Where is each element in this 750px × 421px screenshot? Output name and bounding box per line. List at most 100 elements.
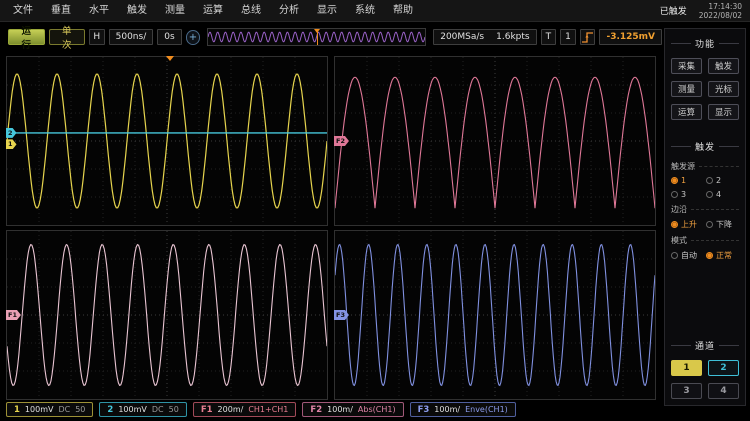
radio-dot-icon	[706, 177, 713, 184]
rising-edge-icon[interactable]	[580, 29, 596, 45]
preview-trigger-flag-icon	[314, 29, 320, 33]
trigger-level-value[interactable]: -3.125mV	[599, 29, 662, 45]
fn-math-button[interactable]: 运算	[671, 104, 702, 120]
radio-label: 4	[716, 190, 721, 199]
trigger-section: 触发 触发源 1 2 3 4 边沿	[671, 134, 739, 264]
mode-normal-radio[interactable]: 正常	[706, 250, 739, 261]
menu-bus[interactable]: 总线	[232, 0, 270, 22]
channel-3-button[interactable]: 3	[671, 383, 702, 399]
menu-display[interactable]: 显示	[308, 0, 346, 22]
radio-label: 下降	[716, 219, 732, 230]
channel-scale: 100mV	[25, 405, 54, 414]
math-scale: 100m/	[327, 405, 353, 414]
trigger-source-label: 触发源	[671, 161, 739, 172]
single-button[interactable]: 单次	[49, 29, 86, 45]
channel1-status[interactable]: 1 100mV DC 50	[6, 402, 93, 417]
radio-label: 上升	[681, 219, 697, 230]
menu-measure[interactable]: 测量	[156, 0, 194, 22]
math-f3-status[interactable]: F3 100m/ Enve(CH1)	[410, 402, 516, 417]
fn-cursor-button[interactable]: 光标	[708, 81, 739, 97]
channel-buttons: 1 2 3 4	[671, 360, 739, 399]
fn-display-button[interactable]: 显示	[708, 104, 739, 120]
menu-trigger[interactable]: 触发	[118, 0, 156, 22]
menu-file[interactable]: 文件	[4, 0, 42, 22]
memory-depth-value: 1.6kpts	[496, 32, 529, 42]
waveform-panel-ch1-ch2[interactable]: 21	[6, 56, 328, 226]
math-scale: 200m/	[218, 405, 244, 414]
mode-auto-radio[interactable]: 自动	[671, 250, 704, 261]
date-label: 2022/08/02	[699, 11, 742, 20]
math-expression: Enve(CH1)	[465, 405, 508, 414]
trigger-section-title: 触发	[671, 140, 739, 153]
waveform-panel-f2[interactable]: F2	[334, 56, 656, 226]
channel-impedance: 50	[169, 405, 179, 414]
mode-options: 自动 正常	[671, 250, 739, 261]
edge-rising-radio[interactable]: 上升	[671, 219, 704, 230]
function-buttons: 采集 触发 测量 光标 运算 显示	[671, 58, 739, 120]
channel-scale: 100mV	[118, 405, 147, 414]
menu-horizontal[interactable]: 水平	[80, 0, 118, 22]
trigger-position-marker[interactable]	[166, 56, 174, 61]
source-3-radio[interactable]: 3	[671, 190, 704, 199]
waveform-panel-f3[interactable]: F3	[334, 230, 656, 400]
trigger-badge: T	[541, 29, 557, 45]
radio-dot-icon	[671, 191, 678, 198]
radio-dot-icon	[671, 252, 678, 259]
mode-label: 模式	[671, 235, 739, 246]
menu-help[interactable]: 帮助	[384, 0, 422, 22]
channel-section-title: 通道	[671, 339, 739, 352]
fn-acquire-button[interactable]: 采集	[671, 58, 702, 74]
edge-options: 上升 下降	[671, 219, 739, 230]
source-1-radio[interactable]: 1	[671, 176, 704, 185]
channel-4-button[interactable]: 4	[708, 383, 739, 399]
time-label: 17:14:30	[699, 2, 742, 11]
channel2-status[interactable]: 2 100mV DC 50	[99, 402, 186, 417]
radio-dot-icon	[706, 221, 713, 228]
zoom-add-icon[interactable]: +	[186, 30, 201, 45]
waveform-canvas	[7, 57, 327, 225]
radio-label: 1	[681, 176, 686, 185]
sample-rate-value: 200MSa/s	[440, 32, 484, 42]
radio-dot-icon	[671, 177, 678, 184]
trigger-source-badge[interactable]: 1	[560, 29, 576, 45]
radio-dot-icon	[671, 221, 678, 228]
horizontal-position[interactable]: 0s	[157, 29, 181, 45]
radio-label: 3	[681, 190, 686, 199]
radio-label: 2	[716, 176, 721, 185]
horizontal-badge: H	[89, 29, 105, 45]
waveform-panel-f1[interactable]: F1	[6, 230, 328, 400]
math-id: F3	[418, 405, 430, 415]
channel-status-bar: 1 100mV DC 50 2 100mV DC 50 F1 200m/ CH1…	[6, 402, 516, 417]
math-f2-status[interactable]: F2 100m/ Abs(CH1)	[302, 402, 403, 417]
trigger-source-options: 1 2 3 4	[671, 176, 739, 199]
source-4-radio[interactable]: 4	[706, 190, 739, 199]
fn-trigger-button[interactable]: 触发	[708, 58, 739, 74]
math-expression: CH1+CH1	[248, 405, 288, 414]
waveform-preview-strip[interactable]	[207, 28, 426, 46]
function-section-title: 功能	[671, 37, 739, 50]
channel-2-button[interactable]: 2	[708, 360, 739, 376]
menu-math[interactable]: 运算	[194, 0, 232, 22]
math-expression: Abs(CH1)	[358, 405, 396, 414]
waveform-grid: 21 F2 F1 F3	[4, 52, 660, 402]
source-2-radio[interactable]: 2	[706, 176, 739, 185]
channel-coupling: DC	[58, 405, 70, 414]
control-sidebar: 功能 采集 触发 测量 光标 运算 显示 触发 触发源 1 2	[664, 28, 746, 406]
menu-analyze[interactable]: 分析	[270, 0, 308, 22]
math-id: F1	[201, 405, 213, 415]
radio-label: 正常	[716, 250, 732, 261]
fn-measure-button[interactable]: 测量	[671, 81, 702, 97]
math-f1-status[interactable]: F1 200m/ CH1+CH1	[193, 402, 297, 417]
trigger-state-label: 已触发	[660, 4, 687, 17]
edge-falling-radio[interactable]: 下降	[706, 219, 739, 230]
channel-1-button[interactable]: 1	[671, 360, 702, 376]
radio-dot-icon	[706, 191, 713, 198]
timebase-value[interactable]: 500ns/	[109, 29, 154, 45]
menu-system[interactable]: 系统	[346, 0, 384, 22]
run-button[interactable]: 运行	[8, 29, 45, 45]
menu-bar: 文件 垂直 水平 触发 测量 运算 总线 分析 显示 系统 帮助 已触发 17:…	[0, 0, 750, 22]
edge-label: 边沿	[671, 204, 739, 215]
menu-vertical[interactable]: 垂直	[42, 0, 80, 22]
channel-id: 2	[107, 405, 113, 415]
waveform-canvas	[335, 57, 655, 225]
